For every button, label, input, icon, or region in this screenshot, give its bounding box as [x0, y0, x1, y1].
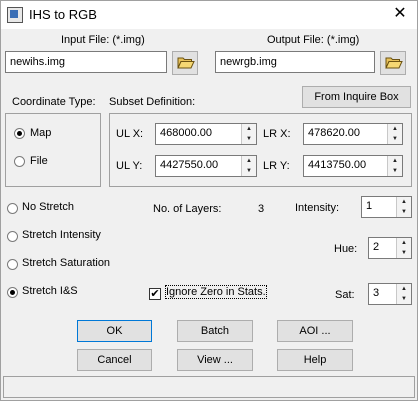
hue-arrows[interactable]: ▲ ▼ — [396, 238, 411, 258]
ignore-zero-checkbox[interactable]: ✔ — [149, 288, 161, 300]
folder-open-icon — [177, 57, 195, 69]
input-file-field[interactable]: newihs.img — [5, 51, 167, 73]
hue-label: Hue: — [334, 243, 358, 255]
lr-x-arrows[interactable]: ▲ ▼ — [387, 124, 402, 144]
lr-y-label: LR Y: — [263, 160, 290, 172]
spin-down-icon[interactable]: ▼ — [388, 134, 402, 144]
coordinate-type-label: Coordinate Type: — [12, 96, 96, 108]
stretch-is-radio[interactable] — [7, 287, 18, 298]
lr-y-arrows[interactable]: ▲ ▼ — [387, 156, 402, 176]
subset-definition-label: Subset Definition: — [109, 96, 196, 108]
stretch-saturation-label[interactable]: Stretch Saturation — [22, 257, 110, 269]
stretch-saturation-radio[interactable] — [7, 259, 18, 270]
spin-down-icon[interactable]: ▼ — [397, 248, 411, 258]
view-button[interactable]: View ... — [177, 349, 253, 371]
window-title: IHS to RGB — [29, 7, 97, 22]
sat-label: Sat: — [335, 289, 355, 301]
stretch-intensity-label[interactable]: Stretch Intensity — [22, 229, 101, 241]
ihs-to-rgb-dialog: IHS to RGB ✕ Input File: (*.img) newihs.… — [0, 0, 418, 401]
ul-y-arrows[interactable]: ▲ ▼ — [241, 156, 256, 176]
sat-spinner[interactable]: 3 ▲ ▼ — [368, 283, 412, 305]
app-icon — [7, 7, 23, 23]
ul-x-value[interactable]: 468000.00 — [160, 127, 212, 139]
ul-y-label: UL Y: — [116, 160, 143, 172]
output-file-field[interactable]: newrgb.img — [215, 51, 375, 73]
lr-x-value[interactable]: 478620.00 — [308, 127, 360, 139]
lr-x-label: LR X: — [263, 128, 291, 140]
no-stretch-radio[interactable] — [7, 203, 18, 214]
coordinate-file-radio[interactable] — [14, 156, 25, 167]
ul-x-label: UL X: — [116, 128, 144, 140]
stretch-is-label[interactable]: Stretch I&S — [22, 285, 78, 297]
input-file-label: Input File: (*.img) — [61, 34, 145, 46]
sat-value[interactable]: 3 — [373, 287, 379, 299]
hue-value[interactable]: 2 — [373, 241, 379, 253]
no-stretch-label[interactable]: No Stretch — [22, 201, 74, 213]
close-icon[interactable]: ✕ — [389, 4, 411, 24]
cancel-button[interactable]: Cancel — [77, 349, 152, 371]
intensity-label: Intensity: — [295, 202, 340, 214]
coordinate-map-radio[interactable] — [14, 128, 25, 139]
batch-button[interactable]: Batch — [177, 320, 253, 342]
lr-y-spinner[interactable]: 4413750.00 ▲ ▼ — [303, 155, 403, 177]
status-bar — [3, 376, 415, 398]
coordinate-type-group: Map File — [5, 113, 101, 187]
lr-x-spinner[interactable]: 478620.00 ▲ ▼ — [303, 123, 403, 145]
stretch-intensity-radio[interactable] — [7, 231, 18, 242]
sat-arrows[interactable]: ▲ ▼ — [396, 284, 411, 304]
spin-down-icon[interactable]: ▼ — [388, 166, 402, 176]
coordinate-map-label[interactable]: Map — [30, 127, 51, 139]
from-inquire-box-button[interactable]: From Inquire Box — [302, 86, 411, 108]
spin-down-icon[interactable]: ▼ — [397, 294, 411, 304]
lr-y-value[interactable]: 4413750.00 — [308, 159, 366, 171]
no-of-layers-value: 3 — [258, 203, 265, 215]
spin-down-icon[interactable]: ▼ — [242, 166, 256, 176]
input-file-browse-button[interactable] — [172, 51, 198, 75]
folder-open-icon — [385, 57, 403, 69]
ul-x-arrows[interactable]: ▲ ▼ — [241, 124, 256, 144]
intensity-value[interactable]: 1 — [366, 200, 372, 212]
spin-down-icon[interactable]: ▼ — [397, 207, 411, 217]
spin-down-icon[interactable]: ▼ — [242, 134, 256, 144]
no-of-layers-label: No. of Layers: — [153, 203, 222, 215]
ul-y-spinner[interactable]: 4427550.00 ▲ ▼ — [155, 155, 257, 177]
intensity-arrows[interactable]: ▲ ▼ — [396, 197, 411, 217]
aoi-button[interactable]: AOI ... — [277, 320, 353, 342]
help-button[interactable]: Help — [277, 349, 353, 371]
title-bar: IHS to RGB ✕ — [1, 1, 417, 29]
subset-definition-group: UL X: 468000.00 ▲ ▼ UL Y: 4427550.00 ▲ ▼… — [109, 113, 412, 187]
intensity-spinner[interactable]: 1 ▲ ▼ — [361, 196, 412, 218]
hue-spinner[interactable]: 2 ▲ ▼ — [368, 237, 412, 259]
output-file-browse-button[interactable] — [380, 51, 406, 75]
ok-button[interactable]: OK — [77, 320, 152, 342]
ul-x-spinner[interactable]: 468000.00 ▲ ▼ — [155, 123, 257, 145]
ignore-zero-label[interactable]: Ignore Zero in Stats. — [165, 285, 267, 299]
output-file-label: Output File: (*.img) — [267, 34, 360, 46]
coordinate-file-label[interactable]: File — [30, 155, 48, 167]
ul-y-value[interactable]: 4427550.00 — [160, 159, 218, 171]
